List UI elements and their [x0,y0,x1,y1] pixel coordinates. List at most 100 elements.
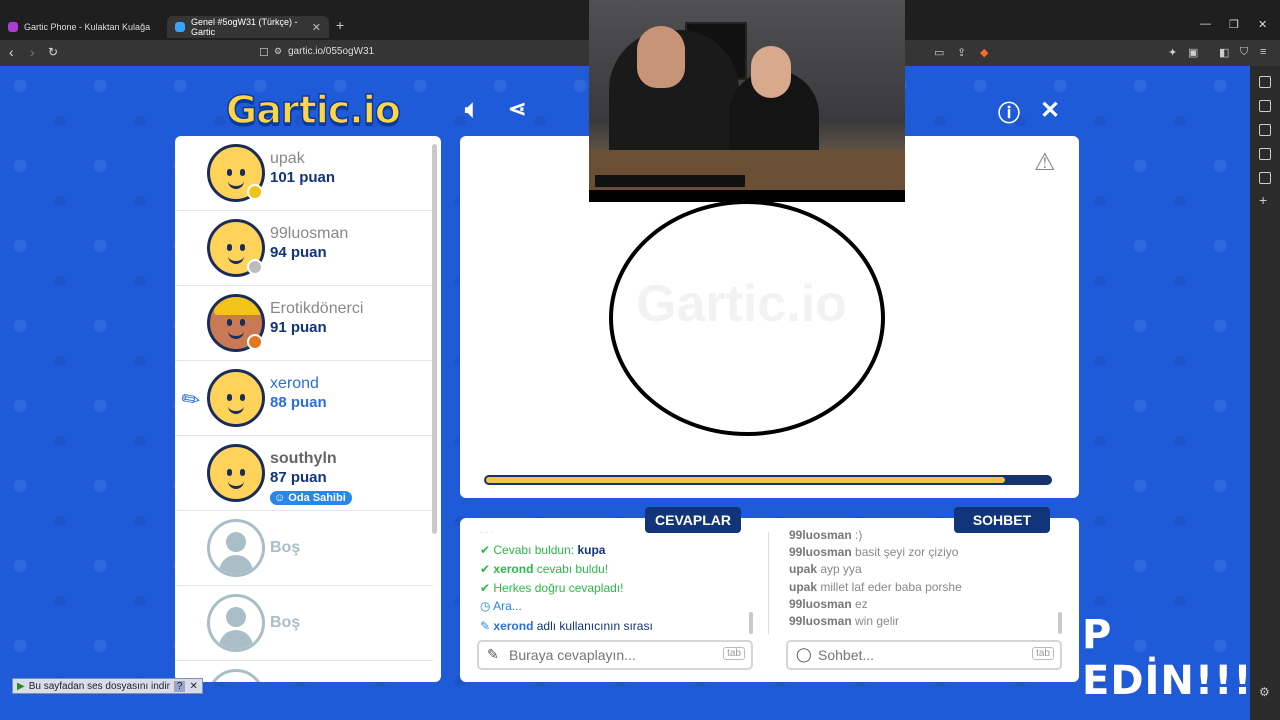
answer-word: kupa [577,543,606,557]
sound-icon[interactable]: 🔈︎ [465,96,479,124]
menu-icon[interactable]: ≡ [1260,46,1266,58]
players-scrollbar[interactable] [432,144,437,534]
audio-download-bar[interactable]: ▶ Bu sayfadan ses dosyasını indir ? ✕ [12,678,203,694]
tab-key-hint: tab [723,647,745,660]
answers-scrollbar[interactable] [749,612,753,634]
answer-line: ✔ Herkes doğru cevapladı! [480,581,624,595]
audio-download-label[interactable]: Bu sayfadan ses dosyasını indir [29,681,170,692]
close-tab-icon[interactable]: ✕ [312,21,321,34]
sidebar-bookmarks-icon[interactable] [1259,148,1271,160]
share-icon[interactable]: ⇪ [957,46,966,59]
player-name: xerond [270,375,319,392]
exit-icon[interactable]: ✕ [1040,96,1060,125]
answer-text: Herkes doğru cevapladı! [493,581,624,595]
browser-tab-gartic-io[interactable]: Genel #5ogW31 (Türkçe) - Gartic ✕ [167,16,329,38]
chat-user: upak [789,580,818,594]
chat-user: 99luosman [789,545,852,559]
chat-user: upak [789,562,818,576]
drawn-circle [609,200,885,436]
silver-medal-icon [247,259,263,275]
player-row[interactable]: Erotikdönerci 91 puan [175,286,433,361]
chat-user: 99luosman [789,597,852,611]
close-icon[interactable]: ✕ [189,681,197,692]
gold-medal-icon [247,184,263,200]
chat-scrollbar[interactable] [1058,612,1062,634]
url-text[interactable]: gartic.io/055ogW31 [288,46,374,57]
sidebar-history-icon[interactable] [1259,172,1271,184]
answer-text: Cevabı buldun: [493,543,578,557]
chat-text: :) [851,528,863,542]
tab-search-icon[interactable]: ▣ [1188,46,1198,59]
new-tab-icon[interactable]: + [336,17,344,33]
answer-input-box[interactable]: ✎ tab [477,640,753,670]
tab-title: Genel #5ogW31 (Türkçe) - Gartic [191,17,298,37]
empty-slot [175,661,433,682]
sidebar-wallet-icon[interactable] [1259,124,1271,136]
chat-bubble-icon: ◯ [796,646,812,662]
sidebar-reading-icon[interactable] [1259,100,1271,112]
player-row-drawing[interactable]: xerond 88 puan [175,361,433,436]
empty-slot-label: Boş [270,614,301,631]
sidebar-leo-icon[interactable] [1259,76,1271,88]
player-row[interactable]: southyln 87 puan ☺ Oda Sahibi [175,436,433,511]
player-score: 101 puan [270,169,336,186]
answer-user: xerond [493,619,534,633]
avatar [207,444,265,502]
answer-text: cevabı buldu! [533,562,609,576]
answer-line: ✔ xerond cevabı buldu! [480,562,609,576]
chat-input-box[interactable]: ◯ tab [786,640,1062,670]
vpn-icon[interactable]: ⛉ [1240,46,1248,59]
answer-input[interactable] [509,646,709,664]
back-icon[interactable]: ‹ [9,45,14,59]
window-close-icon[interactable]: ✕ [1258,18,1267,31]
chat-line: 99luosman win gelir [789,614,899,628]
chat-input[interactable] [818,646,1018,664]
answer-user: xerond [493,562,534,576]
pencil-icon: ✎ [487,646,499,662]
empty-slot: Boş [175,511,433,586]
play-icon: ▶ [17,680,25,692]
chat-text: basit şeyi zor çiziyo [851,545,959,559]
extensions-icon[interactable]: ✦ [1168,46,1177,59]
timer-progress-fill [486,477,1005,483]
info-icon[interactable]: ⓘ [998,96,1020,128]
stream-overlay-text: P EDİN!!! [1082,612,1253,704]
player-row[interactable]: upak 101 puan [175,136,433,211]
chat-text: millet laf eder baba porshe [817,580,962,594]
site-info-icon[interactable]: ⚙ [274,46,282,57]
maximize-icon[interactable]: ❐ [1229,18,1239,31]
cast-icon[interactable]: ▭ [934,46,944,59]
forward-icon[interactable]: › [30,45,35,59]
answers-chat-panel: . . . ✔ Cevabı buldun: kupa ✔ xerond cev… [460,518,1079,682]
bookmark-icon[interactable]: ☐ [259,46,269,59]
bronze-medal-icon [247,334,263,350]
sidebar-add-icon[interactable]: + [1259,193,1271,207]
room-owner-badge: ☺ Oda Sahibi [270,491,352,505]
reload-icon[interactable]: ↻ [48,45,58,59]
share-icon[interactable]: ⋖ [508,96,526,122]
empty-avatar [207,594,265,652]
timer-progress-bar [484,475,1052,485]
answer-line-partial: . . . [480,525,494,536]
minimize-icon[interactable]: — [1200,18,1211,30]
tab-chat[interactable]: SOHBET [954,507,1050,533]
player-name: southyln [270,450,337,467]
brave-shield-icon[interactable]: ◆ [980,46,988,59]
answer-line: ✎ xerond adlı kullanıcının sırası [480,619,653,633]
answer-text: Ara... [493,599,522,613]
browser-tab-gartic-phone[interactable]: Gartic Phone - Kulaktan Kulağa [0,16,166,38]
help-icon[interactable]: ? [173,680,186,692]
panel-divider [768,532,769,634]
empty-avatar [207,519,265,577]
player-row[interactable]: 99luosman 94 puan [175,211,433,286]
chat-text: ayp yya [817,562,862,576]
answer-line: ✔ Cevabı buldun: kupa [480,543,606,557]
chat-line: 99luosman :) [789,528,862,542]
empty-slot: Boş [175,586,433,661]
player-name: upak [270,150,305,167]
tab-answers[interactable]: CEVAPLAR [645,507,741,533]
sidebar-toggle-icon[interactable]: ◧ [1219,46,1229,59]
chat-user: 99luosman [789,614,852,628]
chat-line: 99luosman basit şeyi zor çiziyo [789,545,958,559]
keyboard [595,175,745,187]
